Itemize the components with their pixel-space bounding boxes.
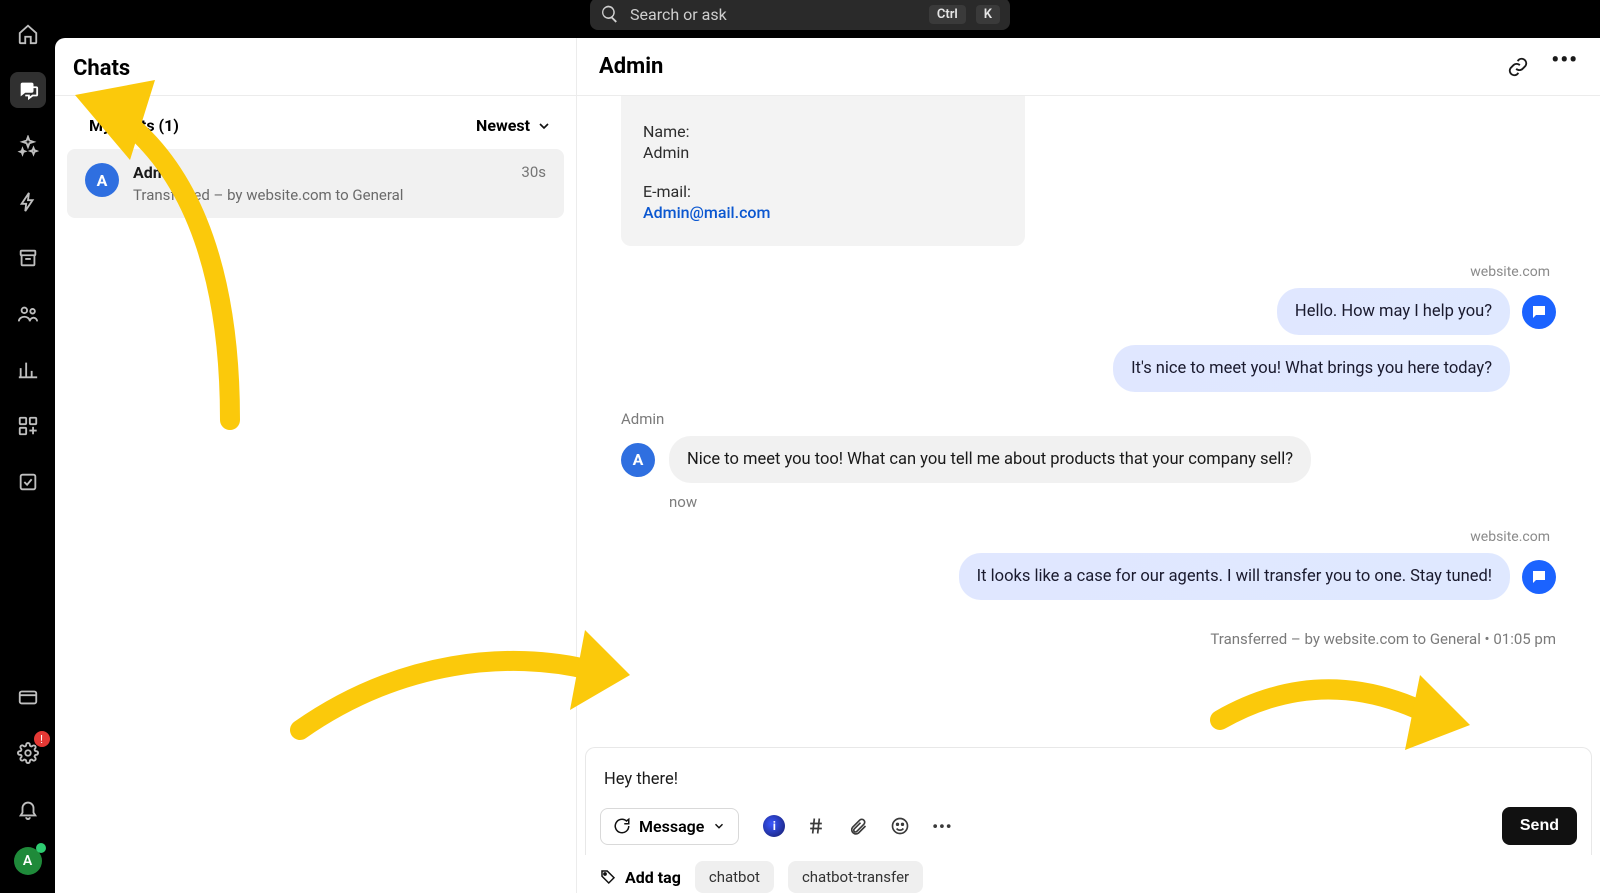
message-source: website.com (621, 529, 1550, 545)
nav-notifications-icon[interactable] (10, 791, 46, 827)
search-icon (600, 4, 620, 24)
nav-apps-icon[interactable] (10, 408, 46, 444)
search-placeholder: Search or ask (630, 5, 919, 24)
bot-message: It's nice to meet you! What brings you h… (1113, 345, 1510, 392)
chat-item-subtitle: Transferred – by website.com to General (133, 186, 507, 204)
attachment-icon[interactable] (847, 815, 869, 837)
bot-avatar-icon (1522, 560, 1556, 594)
email-value[interactable]: Admin@mail.com (643, 203, 1003, 222)
message-composer: Hey there! Message i ••• Send (585, 747, 1592, 855)
nav-reports-icon[interactable] (10, 352, 46, 388)
more-menu-icon[interactable]: ••• (1551, 56, 1578, 78)
conversation-panel: Admin ••• Name: Admin E-mail: Admin@mail… (577, 38, 1600, 893)
more-icon[interactable]: ••• (931, 815, 953, 837)
transfer-status: Transferred – by website.com to General … (577, 618, 1600, 648)
settings-alert-badge: ! (34, 731, 50, 747)
tag-chip[interactable]: chatbot-transfer (788, 861, 923, 893)
kbd-k: K (976, 5, 1000, 24)
chat-item-name: Admin (133, 163, 507, 182)
name-label: Name: (643, 122, 1003, 141)
nav-chats-icon[interactable] (10, 72, 46, 108)
sender-name: Admin (621, 410, 1556, 428)
panel-title: Chats (55, 38, 576, 96)
send-button[interactable]: Send (1502, 807, 1577, 845)
user-message: Nice to meet you too! What can you tell … (669, 436, 1311, 483)
sort-dropdown[interactable]: Newest (476, 116, 552, 135)
nav-billing-icon[interactable] (10, 679, 46, 715)
composer-input[interactable]: Hey there! (600, 764, 1577, 807)
nav-ai-icon[interactable] (10, 128, 46, 164)
conversation-title: Admin (599, 54, 663, 79)
chevron-down-icon (536, 118, 552, 134)
chat-list-panel: Chats My chats (1) Newest A Admin Transf… (55, 38, 577, 893)
sender-avatar: A (621, 443, 655, 477)
bot-avatar-icon (1522, 295, 1556, 329)
hash-icon[interactable] (805, 815, 827, 837)
name-value: Admin (643, 143, 1003, 162)
nav-tasks-icon[interactable] (10, 464, 46, 500)
chat-item-avatar: A (85, 163, 119, 197)
nav-settings-icon[interactable]: ! (10, 735, 46, 771)
contact-info-card: Name: Admin E-mail: Admin@mail.com (621, 96, 1025, 246)
message-timestamp: now (669, 493, 1556, 511)
user-avatar[interactable]: A (14, 847, 42, 875)
kbd-ctrl: Ctrl (929, 5, 966, 24)
link-icon[interactable] (1507, 56, 1529, 78)
nav-home-icon[interactable] (10, 16, 46, 52)
message-type-selector[interactable]: Message (600, 808, 739, 845)
add-tag-label: Add tag (625, 868, 681, 887)
bot-message: Hello. How may I help you? (1277, 288, 1510, 335)
nav-automation-icon[interactable] (10, 184, 46, 220)
chevron-down-icon (712, 819, 726, 833)
nav-rail: ! A (0, 0, 55, 893)
chat-item-time: 30s (521, 163, 546, 181)
assist-icon[interactable]: i (763, 815, 785, 837)
my-chats-label[interactable]: My chats (1) (89, 116, 179, 135)
bot-message: It looks like a case for our agents. I w… (959, 553, 1510, 600)
message-type-label: Message (639, 817, 704, 836)
sort-label: Newest (476, 116, 530, 135)
nav-archive-icon[interactable] (10, 240, 46, 276)
emoji-icon[interactable] (889, 815, 911, 837)
email-label: E-mail: (643, 182, 1003, 201)
message-source: website.com (621, 264, 1550, 280)
add-tag-button[interactable]: Add tag (599, 868, 681, 887)
nav-people-icon[interactable] (10, 296, 46, 332)
global-search[interactable]: Search or ask Ctrl K (590, 0, 1010, 30)
chat-list-item[interactable]: A Admin Transferred – by website.com to … (67, 149, 564, 218)
tag-chip[interactable]: chatbot (695, 861, 774, 893)
